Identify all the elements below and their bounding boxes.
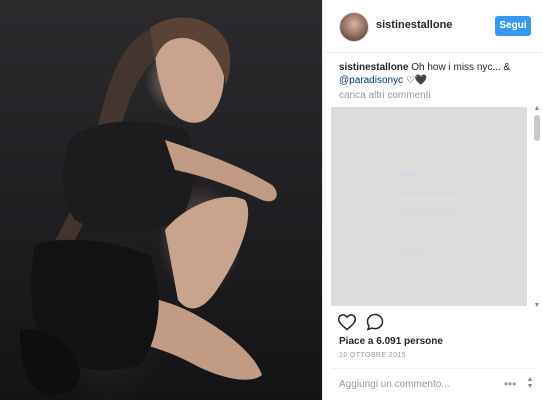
comments-scrollbar[interactable]: ▲ ▼ [533,105,541,310]
post-actions [337,312,437,334]
faint-text-3: ▬▬▬▬▬▬▬ [395,204,458,214]
scroll-up-arrow-icon[interactable]: ▲ [533,105,541,113]
divider [331,368,536,369]
comment-icon[interactable] [365,312,385,332]
post-photo[interactable] [0,0,322,400]
load-more-comments[interactable]: carica altri commenti [339,90,431,101]
scroll-thumb[interactable] [534,115,540,141]
scroll-down-arrow-icon[interactable]: ▼ [533,302,541,310]
faint-text-2: ▬▬▬▬▬▬▬ [395,186,458,196]
caption-username[interactable]: sistinestallone [339,62,408,73]
scroll-spinner[interactable]: ▲ ▼ [526,376,534,392]
follow-button[interactable]: Segui [495,16,531,36]
caption-emoji: ♡🖤 [405,75,428,86]
post-caption: sistinestallone Oh how i miss nyc... & @… [339,61,537,87]
more-options-icon[interactable]: ••• [501,376,519,392]
likes-count[interactable]: Piace a 6.091 persone [339,336,443,347]
post-sidebar: sistinestallone Segui sistinestallone Oh… [322,0,543,400]
heart-icon[interactable] [337,312,357,332]
caption-mention[interactable]: @paradisonyc [339,75,403,86]
embedded-content-placeholder: ▬▬▬ ▬▬▬▬▬▬▬ ▬▬▬▬▬▬▬ ▬▬▬▬ [331,107,527,306]
comment-input[interactable] [339,377,499,391]
avatar[interactable] [339,12,369,42]
faint-text-4: ▬▬▬▬ [395,244,431,254]
caption-text: Oh how i miss nyc... & [411,62,511,73]
photo-figure [20,17,277,395]
faint-text-1: ▬▬▬ [395,168,422,178]
username-link[interactable]: sistinestallone [376,19,452,31]
post-date: 16 OTTOBRE 2015 [339,352,406,359]
post-header: sistinestallone Segui [323,0,543,53]
